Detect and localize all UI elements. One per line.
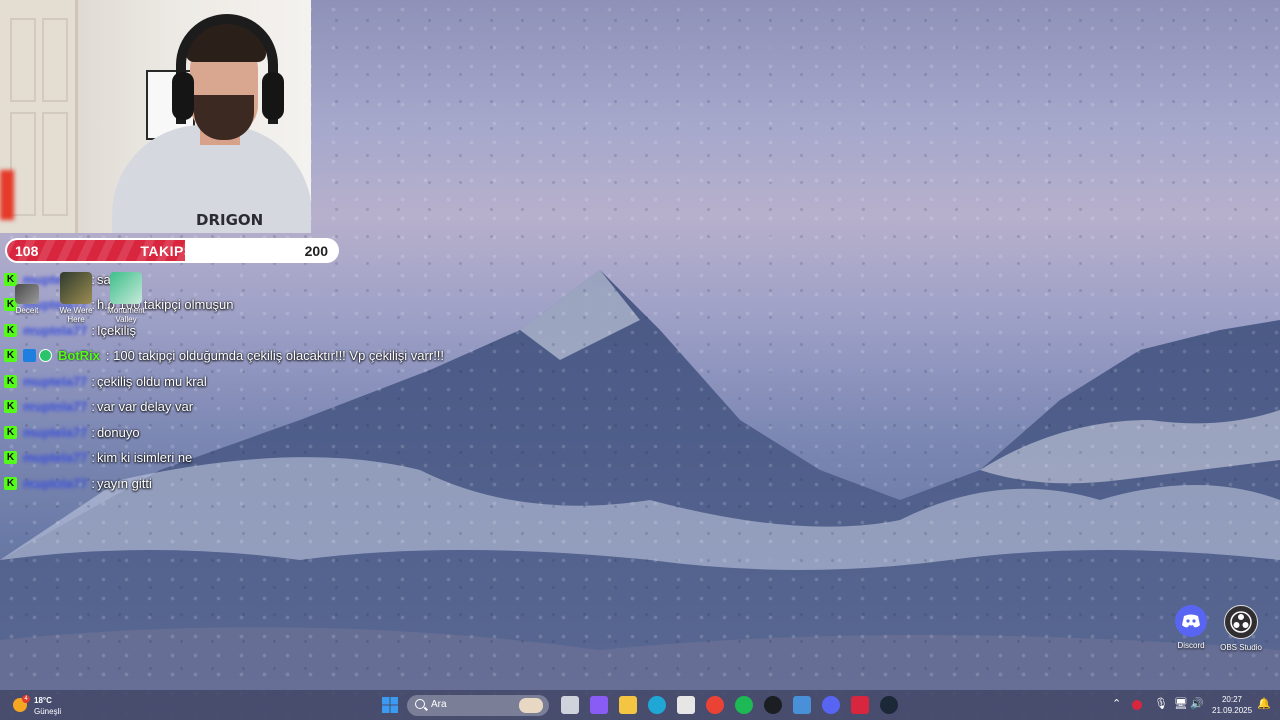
taskbar-app-github-icon[interactable] (764, 696, 782, 714)
taskbar-app-store-icon[interactable] (677, 696, 695, 714)
chat-text: donuyo (96, 424, 140, 440)
chat-text: çekiliş oldu mu kral (96, 373, 207, 389)
desktop-icon-discord[interactable]: Discord (1170, 605, 1212, 650)
kick-badge-icon: K (4, 451, 17, 464)
follower-goal-title: TAKIPSS (140, 243, 204, 259)
chevron-up-icon[interactable]: ⌃ (1112, 697, 1121, 710)
chat-username: BotRix (58, 348, 100, 363)
notification-bell-icon[interactable]: 🔔 (1257, 697, 1271, 710)
microphone-icon[interactable]: 🎙 (1154, 697, 1168, 710)
desktop-icon-deceit[interactable]: Deceit (12, 284, 42, 315)
start-button[interactable] (381, 696, 399, 714)
follower-goal-bar: TAKIPSS 108 200 (5, 238, 339, 263)
desktop-icon-monument-valley[interactable]: Monument Valley (104, 272, 148, 324)
weather-condition: Güneşli (34, 707, 62, 716)
moderator-badge-icon (23, 349, 36, 362)
webcam-feed: DRIGON (0, 0, 311, 233)
chat-separator: : (91, 373, 95, 389)
kick-badge-icon: K (4, 400, 17, 413)
chat-text: yayın gitti (96, 475, 152, 491)
taskbar-app-spotify-icon[interactable] (735, 696, 753, 714)
taskbar-app-game-app-icon[interactable] (793, 696, 811, 714)
chat-separator: : (91, 322, 95, 338)
network-icon[interactable]: 🖥 (1174, 697, 1188, 710)
chat-username: muptela77 (23, 424, 88, 440)
windows-icon (382, 697, 398, 713)
chat-text: kim ki isimleri ne (96, 450, 193, 465)
weather-temp: 18°C (34, 696, 52, 705)
taskbar-app-file-explorer-icon[interactable] (619, 696, 637, 714)
chat-separator: : (91, 450, 95, 465)
chat-message: Kmuptela77: çekiliş oldu mu kral (4, 370, 207, 392)
kick-badge-icon: K (4, 323, 17, 337)
taskbar: 4 18°C Güneşli Ara ⌃ 🎙 🖥 🔊 20:27 21.09.2… (0, 690, 1280, 720)
tray-app-icon[interactable] (1132, 700, 1142, 710)
search-placeholder: Ara (431, 699, 447, 710)
obs-icon (1224, 605, 1258, 639)
rgb-light (0, 170, 14, 220)
search-highlight-icon (519, 698, 543, 713)
chat-message: Kmuptela77: yayın gitti (4, 472, 152, 494)
clock-time: 20:27 (1221, 695, 1243, 704)
kick-badge-icon: K (4, 425, 17, 439)
chat-message: Kmuptela77: donuyo (4, 421, 140, 443)
desktop-icon-we-were-here[interactable]: We Were Here (58, 272, 94, 324)
chat-separator: : (91, 424, 95, 440)
chat-text: : 100 takipçi olduğumda çekiliş olacaktı… (105, 348, 445, 363)
kick-badge-icon: K (4, 349, 17, 362)
chat-username: muptela77 (23, 475, 88, 491)
volume-icon[interactable]: 🔊 (1190, 697, 1204, 710)
taskbar-app-steam-icon[interactable] (880, 696, 898, 714)
weather-widget[interactable]: 4 18°C Güneşli (12, 694, 102, 718)
verified-badge-icon (39, 349, 52, 362)
taskbar-app-chrome-icon[interactable] (706, 696, 724, 714)
chat-username: muptela77 (23, 322, 88, 338)
discord-icon (1175, 605, 1207, 637)
taskbar-app-discord-icon[interactable] (822, 696, 840, 714)
chat-username: muptela77 (23, 373, 88, 389)
chat-username: muptela77 (23, 399, 88, 414)
clock-date: 21.09.2025 (1212, 706, 1253, 715)
taskbar-app-edge-icon[interactable] (648, 696, 666, 714)
desktop-icon-obs-studio[interactable]: OBS Studio (1218, 605, 1264, 652)
notification-badge: 4 (22, 695, 30, 703)
kick-badge-icon: K (4, 374, 17, 388)
monument-valley-icon (110, 272, 142, 304)
chat-message: Kmuptela77: kim ki isimleri ne (4, 447, 192, 469)
chat-separator: : (91, 475, 95, 491)
shirt-text: DRIGON (196, 211, 264, 229)
search-icon (415, 699, 425, 709)
chat-message: K BotRix : 100 takipçi olduğumda çekiliş o… (4, 345, 444, 367)
taskbar-search[interactable]: Ara (407, 695, 549, 716)
chat-separator: : (91, 399, 95, 414)
taskbar-app-kick-studio-icon[interactable] (851, 696, 869, 714)
kick-badge-icon: K (4, 476, 17, 490)
chat-username: muptela77 (23, 450, 88, 465)
we-were-here-icon (60, 272, 92, 304)
taskbar-app-task-view-icon[interactable] (561, 696, 579, 714)
taskbar-app-copilot-icon[interactable] (590, 696, 608, 714)
follower-goal-current: 108 (15, 243, 39, 259)
deceit-icon (15, 284, 39, 304)
chat-text: var var delay var (96, 399, 194, 414)
follower-goal-target: 200 (304, 243, 328, 259)
chat-message: Kmuptela77: var var delay var (4, 396, 193, 418)
system-clock[interactable]: 20:27 21.09.2025 (1212, 694, 1252, 716)
chat-text: Içekiliş (96, 322, 136, 338)
